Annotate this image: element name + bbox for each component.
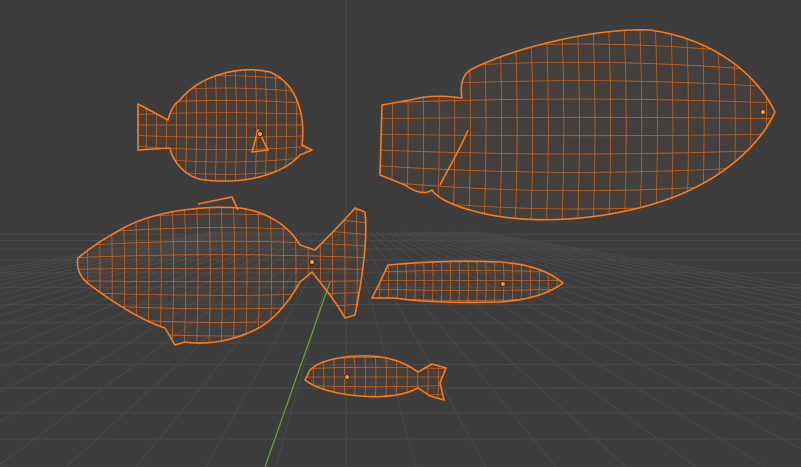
wire-line (302, 402, 448, 406)
cichlid-fish-mesh[interactable] (74, 187, 370, 363)
wire-line (135, 51, 315, 62)
object-origin-dot (308, 258, 316, 266)
wire-line (135, 188, 315, 199)
wire-line (138, 69, 312, 73)
object-origin-dot (344, 374, 350, 380)
small-fish-mesh[interactable] (302, 348, 449, 407)
wire-line (74, 200, 76, 350)
object-origin-dot (500, 281, 506, 287)
viewport-scene[interactable] (0, 0, 801, 467)
wire-line (315, 62, 317, 188)
wire-line (375, 7, 780, 25)
wire-line (448, 352, 449, 402)
wire-line (780, 25, 782, 228)
wire-line (565, 255, 566, 306)
wire-line (135, 62, 137, 188)
wire-line (302, 348, 448, 352)
wire-line (375, 25, 377, 228)
wire-line (304, 69, 307, 182)
wire-line (368, 200, 370, 350)
object-origin-dot (759, 108, 767, 116)
large-fish-mesh[interactable] (375, 7, 782, 246)
object-origin-dot (256, 130, 264, 138)
3d-viewport[interactable] (0, 0, 801, 467)
wire-line (74, 187, 368, 200)
tang-fish-mesh[interactable] (135, 51, 317, 199)
